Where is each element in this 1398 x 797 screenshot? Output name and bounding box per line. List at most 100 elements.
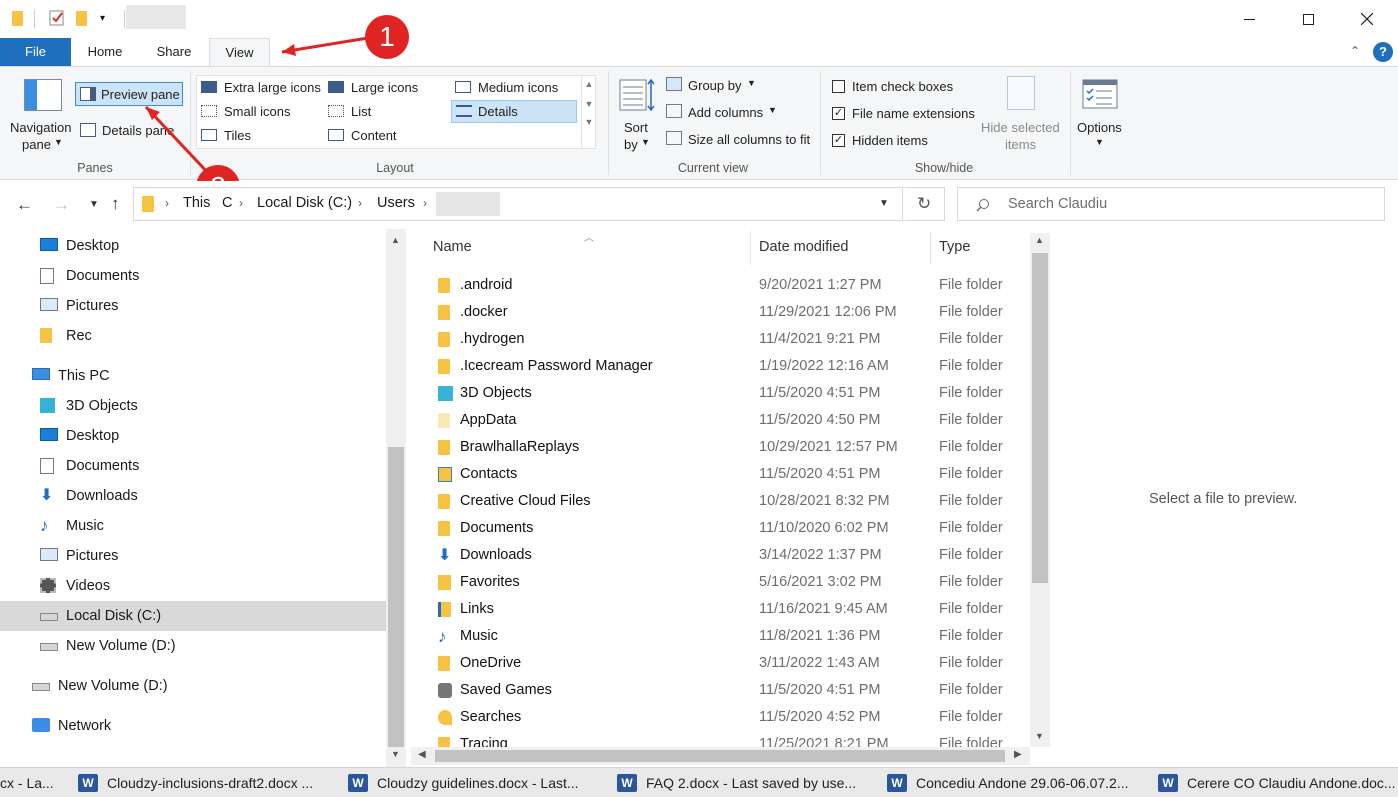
back-button[interactable]: ← <box>16 195 33 215</box>
column-header-type[interactable]: Type <box>939 239 970 255</box>
breadcrumb-users[interactable]: Users <box>377 195 415 211</box>
column-header-date-modified[interactable]: Date modified <box>759 239 848 255</box>
file-row[interactable]: 3D Objects 11/5/2020 4:51 PM File folder <box>411 380 1031 407</box>
downloads-icon: ⬇ <box>40 487 54 504</box>
3d-objects-icon <box>40 398 58 414</box>
nav-item[interactable]: Desktop <box>0 231 386 261</box>
breadcrumb-this-pc[interactable]: This <box>183 195 210 211</box>
file-type: File folder <box>939 682 1003 698</box>
file-row[interactable]: Saved Games 11/5/2020 4:51 PM File folder <box>411 677 1031 704</box>
recent-locations-button[interactable]: ▼ <box>89 199 99 210</box>
refresh-button[interactable]: ↻ <box>905 187 945 221</box>
nav-item[interactable]: This PC <box>0 361 386 391</box>
file-date: 3/11/2022 1:43 AM <box>759 655 880 671</box>
column-divider[interactable] <box>930 231 931 265</box>
nav-item[interactable]: Local Disk (C:) <box>0 601 386 631</box>
nav-item[interactable]: Pictures <box>0 291 386 321</box>
nav-item-label: Videos <box>66 578 111 594</box>
file-row[interactable]: .Icecream Password Manager 1/19/2022 12:1… <box>411 353 1031 380</box>
up-button[interactable]: ↑ <box>111 194 120 214</box>
nav-item[interactable]: Videos <box>0 571 386 601</box>
nav-pane-scrollbar[interactable]: ▲ ▼ <box>386 229 406 767</box>
file-type: File folder <box>939 493 1003 509</box>
file-row[interactable]: .hydrogen 11/4/2021 9:21 PM File folder <box>411 326 1031 353</box>
file-date: 11/16/2021 9:45 AM <box>759 601 888 617</box>
file-row[interactable]: .docker 11/29/2021 12:06 PM File folder <box>411 299 1031 326</box>
file-row[interactable]: Favorites 5/16/2021 3:02 PM File folder <box>411 569 1031 596</box>
desktop-icon <box>40 238 58 254</box>
column-divider[interactable] <box>750 231 751 265</box>
file-name: .android <box>460 277 513 293</box>
file-date: 10/29/2021 12:57 PM <box>759 439 898 455</box>
nav-item[interactable]: 3D Objects <box>0 391 386 421</box>
taskbar-item-0[interactable]: cx - La... <box>0 768 54 797</box>
word-icon: W <box>1158 774 1178 792</box>
file-list-hscrollbar[interactable]: ◀ ▶ <box>411 747 1030 765</box>
file-row[interactable]: ♪ Music 11/8/2021 1:36 PM File folder <box>411 623 1031 650</box>
address-dropdown-icon[interactable]: ▼ <box>879 198 889 209</box>
address-bar[interactable]: › This C › Local Disk (C:) › Users › ▼ <box>133 187 903 221</box>
forward-button[interactable]: → <box>53 195 70 215</box>
nav-item-label: Downloads <box>66 488 138 504</box>
3d-objects-icon <box>438 386 453 401</box>
nav-item-label: New Volume (D:) <box>58 678 168 694</box>
file-list-scrollbar[interactable]: ▲ ▼ <box>1030 233 1050 747</box>
nav-item[interactable]: Rec <box>0 321 386 351</box>
file-name: BrawlhallaReplays <box>460 439 580 455</box>
file-date: 11/5/2020 4:51 PM <box>759 466 881 482</box>
taskbar-item-1[interactable]: W Cloudzy-inclusions-draft2.docx ... <box>78 768 313 797</box>
nav-item[interactable]: New Volume (D:) <box>0 671 386 701</box>
file-row[interactable]: BrawlhallaReplays 10/29/2021 12:57 PM File… <box>411 434 1031 461</box>
file-row[interactable]: ⬇ Downloads 3/14/2022 1:37 PM File folder <box>411 542 1031 569</box>
documents-icon <box>40 268 58 284</box>
file-name: Downloads <box>460 547 532 563</box>
nav-item-label: Network <box>58 718 112 734</box>
scrollbar-thumb[interactable] <box>435 750 1005 762</box>
file-row[interactable]: Creative Cloud Files 10/28/2021 8:32 PM Fi… <box>411 488 1031 515</box>
file-row[interactable]: Searches 11/5/2020 4:52 PM File folder <box>411 704 1031 731</box>
file-type: File folder <box>939 574 1003 590</box>
column-header-name[interactable]: Name <box>433 239 472 255</box>
breadcrumb-user-folder[interactable] <box>436 192 500 216</box>
nav-item[interactable]: ⬇ Downloads <box>0 481 386 511</box>
computer-icon <box>32 368 50 384</box>
taskbar-item-2[interactable]: W Cloudzy guidelines.docx - Last... <box>348 768 579 797</box>
file-row[interactable]: Links 11/16/2021 9:45 AM File folder <box>411 596 1031 623</box>
nav-item[interactable]: Documents <box>0 261 386 291</box>
breadcrumb-separator: › <box>165 196 169 210</box>
nav-item[interactable]: ♪ Music <box>0 511 386 541</box>
word-icon: W <box>617 774 637 792</box>
favorites-icon <box>438 575 452 590</box>
file-date: 11/4/2021 9:21 PM <box>759 331 881 347</box>
nav-item[interactable]: Pictures <box>0 541 386 571</box>
nav-item-label: Desktop <box>66 238 120 254</box>
word-icon: W <box>78 774 98 792</box>
file-row[interactable]: Documents 11/10/2020 6:02 PM File folder <box>411 515 1031 542</box>
nav-item-label: Desktop <box>66 428 120 444</box>
search-box[interactable]: Search Claudiu <box>957 187 1385 221</box>
file-row[interactable]: Contacts 11/5/2020 4:51 PM File folder <box>411 461 1031 488</box>
scrollbar-thumb[interactable] <box>388 447 404 747</box>
taskbar-item-3[interactable]: W FAQ 2.docx - Last saved by use... <box>617 768 856 797</box>
nav-item[interactable]: Network <box>0 711 386 741</box>
searches-icon <box>438 710 452 725</box>
folder-icon <box>438 305 452 320</box>
file-row[interactable]: .android 9/20/2021 1:27 PM File folder <box>411 272 1031 299</box>
scrollbar-thumb[interactable] <box>1032 253 1048 583</box>
breadcrumb-local-disk[interactable]: Local Disk (C:) <box>257 195 352 211</box>
file-date: 3/14/2022 1:37 PM <box>759 547 882 563</box>
folder-icon <box>438 278 452 293</box>
nav-item[interactable]: New Volume (D:) <box>0 631 386 661</box>
refresh-icon: ↻ <box>917 194 932 213</box>
file-type: File folder <box>939 439 1003 455</box>
file-row[interactable]: AppData 11/5/2020 4:50 PM File folder <box>411 407 1031 434</box>
drive-icon <box>40 638 58 654</box>
taskbar-item-4[interactable]: W Concediu Andone 29.06-06.07.2... <box>887 768 1129 797</box>
taskbar-item-5[interactable]: W Cerere CO Claudiu Andone.doc... <box>1158 768 1396 797</box>
file-row[interactable]: OneDrive 3/11/2022 1:43 AM File folder <box>411 650 1031 677</box>
file-name: OneDrive <box>460 655 522 671</box>
search-input[interactable]: Search Claudiu <box>1008 196 1107 212</box>
nav-item[interactable]: Desktop <box>0 421 386 451</box>
pictures-icon <box>40 548 58 564</box>
nav-item[interactable]: Documents <box>0 451 386 481</box>
